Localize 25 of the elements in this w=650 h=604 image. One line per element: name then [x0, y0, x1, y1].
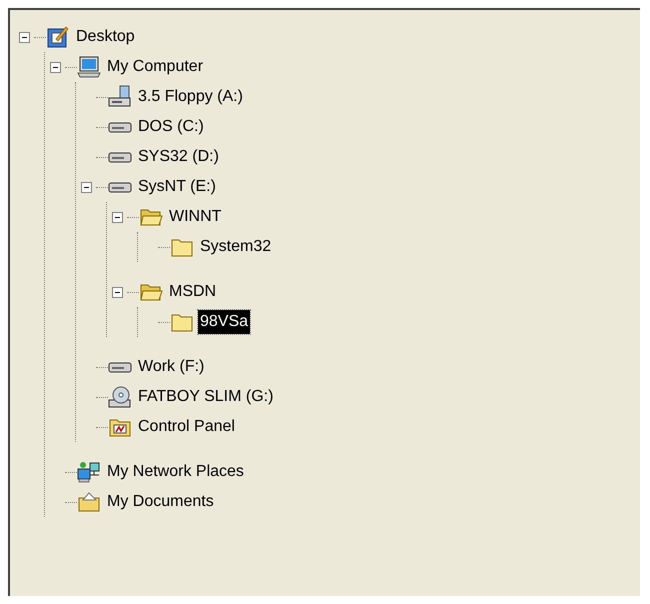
- tree-item[interactable]: Desktop: [74, 25, 137, 49]
- tree-item[interactable]: My Computer: [105, 55, 206, 79]
- cd-drive-icon: [108, 385, 132, 409]
- tree-item[interactable]: Work (F:): [136, 355, 206, 379]
- tree-item[interactable]: WINNT: [167, 205, 224, 229]
- tree-item[interactable]: DOS (C:): [136, 115, 206, 139]
- floppy-drive-icon: [108, 85, 132, 109]
- desktop-icon: [46, 25, 70, 49]
- tree-item[interactable]: My Documents: [105, 490, 216, 514]
- tree-item[interactable]: System32: [198, 235, 274, 259]
- tree-item[interactable]: FATBOY SLIM (G:): [136, 385, 276, 409]
- collapse-toggle[interactable]: [50, 62, 60, 72]
- tree-item[interactable]: SysNT (E:): [136, 175, 218, 199]
- collapse-toggle[interactable]: [112, 286, 122, 298]
- tree-item[interactable]: 3.5 Floppy (A:): [136, 85, 245, 109]
- network-icon: [77, 460, 101, 484]
- computer-icon: [77, 55, 101, 79]
- tree-item[interactable]: My Network Places: [105, 460, 246, 484]
- tree-item[interactable]: MSDN: [167, 280, 218, 304]
- tree-item[interactable]: Control Panel: [136, 415, 237, 439]
- collapse-toggle[interactable]: [80, 182, 92, 192]
- collapse-toggle[interactable]: [18, 32, 30, 42]
- tree-item[interactable]: SYS32 (D:): [136, 145, 221, 169]
- tree-item[interactable]: 98VSa: [198, 310, 250, 334]
- collapse-toggle[interactable]: [112, 212, 122, 222]
